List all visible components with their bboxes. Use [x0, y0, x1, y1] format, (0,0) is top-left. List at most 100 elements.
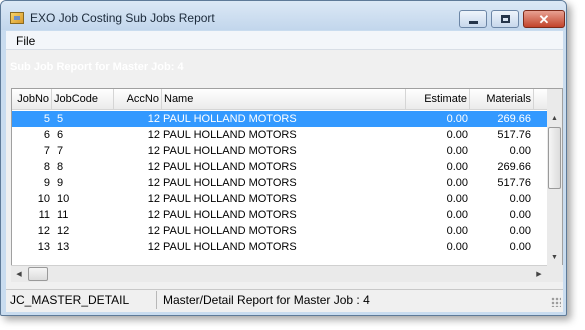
column-header-accno[interactable]: AccNo — [114, 89, 162, 110]
cell-accno: 12 — [147, 177, 160, 189]
status-description: Master/Detail Report for Master Job : 4 — [163, 293, 370, 307]
status-separator — [156, 291, 157, 309]
scroll-right-icon[interactable]: ▶ — [531, 266, 547, 282]
cell-accno: 12 — [147, 241, 160, 253]
cell-estimate: 0.00 — [446, 161, 468, 173]
table-row[interactable]: 12 12 12 PAUL HOLLAND MOTORS 0.00 0.00 — [12, 223, 547, 239]
cell-name: PAUL HOLLAND MOTORS — [163, 209, 297, 221]
title-bar[interactable]: EXO Job Costing Sub Jobs Report ✕ — [1, 1, 566, 30]
report-window: EXO Job Costing Sub Jobs Report ✕ File S… — [0, 0, 567, 316]
vertical-scroll-thumb[interactable] — [548, 127, 561, 189]
cell-jobno: 6 — [43, 129, 50, 141]
column-header-materials[interactable]: Materials — [470, 89, 534, 110]
cell-jobno: 7 — [43, 145, 50, 157]
cell-name: PAUL HOLLAND MOTORS — [163, 225, 297, 237]
grid-header: JobNo JobCode AccNo Name Estimate Materi… — [12, 89, 547, 110]
client-area: Sub Job Report for Master Job: 4 JobNo J… — [6, 50, 563, 312]
cell-estimate: 0.00 — [446, 129, 468, 141]
cell-estimate: 0.00 — [446, 113, 468, 125]
column-header-name[interactable]: Name — [162, 89, 406, 110]
status-bar: JC_MASTER_DETAIL Master/Detail Report fo… — [6, 289, 563, 309]
horizontal-scrollbar[interactable]: ◀ ▶ — [11, 265, 547, 282]
app-icon[interactable] — [10, 12, 24, 24]
table-row[interactable]: 9 9 12 PAUL HOLLAND MOTORS 0.00 517.76 — [12, 175, 547, 191]
horizontal-scroll-thumb[interactable] — [28, 267, 48, 281]
table-row[interactable]: 11 11 12 PAUL HOLLAND MOTORS 0.00 0.00 — [12, 207, 547, 223]
window-title: EXO Job Costing Sub Jobs Report — [30, 11, 215, 25]
table-row[interactable]: 13 13 12 PAUL HOLLAND MOTORS 0.00 0.00 — [12, 239, 547, 255]
cell-materials: 517.76 — [497, 129, 531, 141]
report-banner: Sub Job Report for Master Job: 4 — [6, 50, 563, 86]
scroll-up-icon[interactable]: ▲ — [547, 110, 562, 126]
menu-bar: File — [6, 31, 563, 50]
cell-accno: 12 — [147, 145, 160, 157]
maximize-button[interactable] — [491, 10, 519, 28]
minimize-button[interactable] — [459, 10, 487, 28]
cell-name: PAUL HOLLAND MOTORS — [163, 177, 297, 189]
cell-jobcode: 5 — [57, 113, 64, 125]
scroll-left-icon[interactable]: ◀ — [11, 266, 27, 282]
cell-name: PAUL HOLLAND MOTORS — [163, 129, 297, 141]
scrollbar-corner — [547, 265, 563, 282]
cell-jobno: 11 — [38, 209, 50, 221]
cell-name: PAUL HOLLAND MOTORS — [163, 161, 297, 173]
cell-name: PAUL HOLLAND MOTORS — [163, 241, 297, 253]
cell-name: PAUL HOLLAND MOTORS — [163, 193, 297, 205]
cell-accno: 12 — [147, 209, 160, 221]
cell-materials: 0.00 — [509, 193, 531, 205]
cell-materials: 517.76 — [497, 177, 531, 189]
cell-accno: 12 — [147, 129, 160, 141]
cell-estimate: 0.00 — [446, 177, 468, 189]
cell-jobcode: 13 — [57, 241, 70, 253]
sub-jobs-grid[interactable]: JobNo JobCode AccNo Name Estimate Materi… — [11, 88, 547, 282]
scroll-down-icon[interactable]: ▼ — [547, 249, 562, 265]
cell-materials: 0.00 — [509, 145, 531, 157]
size-grip-icon[interactable] — [551, 297, 561, 307]
cell-estimate: 0.00 — [446, 193, 468, 205]
cell-jobcode: 11 — [57, 209, 69, 221]
table-row[interactable]: 7 7 12 PAUL HOLLAND MOTORS 0.00 0.00 — [12, 143, 547, 159]
table-row[interactable]: 8 8 12 PAUL HOLLAND MOTORS 0.00 269.66 — [12, 159, 547, 175]
close-icon: ✕ — [538, 11, 550, 27]
column-header-jobno[interactable]: JobNo — [12, 89, 52, 110]
close-button[interactable]: ✕ — [523, 10, 565, 28]
cell-materials: 0.00 — [509, 241, 531, 253]
cell-accno: 12 — [147, 113, 160, 125]
cell-materials: 269.66 — [497, 161, 531, 173]
table-row[interactable]: 6 6 12 PAUL HOLLAND MOTORS 0.00 517.76 — [12, 127, 547, 143]
cell-accno: 12 — [147, 193, 160, 205]
cell-materials: 0.00 — [509, 209, 531, 221]
cell-jobcode: 10 — [57, 193, 70, 205]
column-header-estimate[interactable]: Estimate — [406, 89, 470, 110]
cell-jobno: 12 — [37, 225, 50, 237]
cell-jobcode: 8 — [57, 161, 64, 173]
cell-jobno: 9 — [43, 177, 50, 189]
minimize-icon — [468, 20, 478, 24]
cell-materials: 269.66 — [497, 113, 531, 125]
cell-name: PAUL HOLLAND MOTORS — [163, 145, 297, 157]
cell-estimate: 0.00 — [446, 225, 468, 237]
cell-materials: 0.00 — [509, 225, 531, 237]
cell-estimate: 0.00 — [446, 209, 468, 221]
banner-title: Sub Job Report for Master Job: 4 — [10, 61, 184, 73]
status-form-name: JC_MASTER_DETAIL — [10, 293, 130, 307]
menu-file[interactable]: File — [16, 34, 35, 48]
cell-jobno: 13 — [37, 241, 50, 253]
cell-jobcode: 6 — [57, 129, 64, 141]
cell-estimate: 0.00 — [446, 145, 468, 157]
table-row[interactable]: 5 5 12 PAUL HOLLAND MOTORS 0.00 269.66 — [12, 111, 547, 127]
cell-estimate: 0.00 — [446, 241, 468, 253]
table-row[interactable]: 10 10 12 PAUL HOLLAND MOTORS 0.00 0.00 — [12, 191, 547, 207]
cell-accno: 12 — [147, 161, 160, 173]
maximize-icon — [500, 15, 510, 23]
cell-jobno: 8 — [43, 161, 50, 173]
column-header-jobcode[interactable]: JobCode — [52, 89, 114, 110]
cell-jobno: 5 — [43, 113, 50, 125]
cell-accno: 12 — [147, 225, 160, 237]
cell-jobcode: 7 — [57, 145, 64, 157]
cell-jobcode: 9 — [57, 177, 64, 189]
cell-name: PAUL HOLLAND MOTORS — [163, 113, 297, 125]
cell-jobcode: 12 — [57, 225, 70, 237]
vertical-scrollbar[interactable]: ▲ ▼ — [547, 88, 563, 282]
cell-jobno: 10 — [37, 193, 50, 205]
